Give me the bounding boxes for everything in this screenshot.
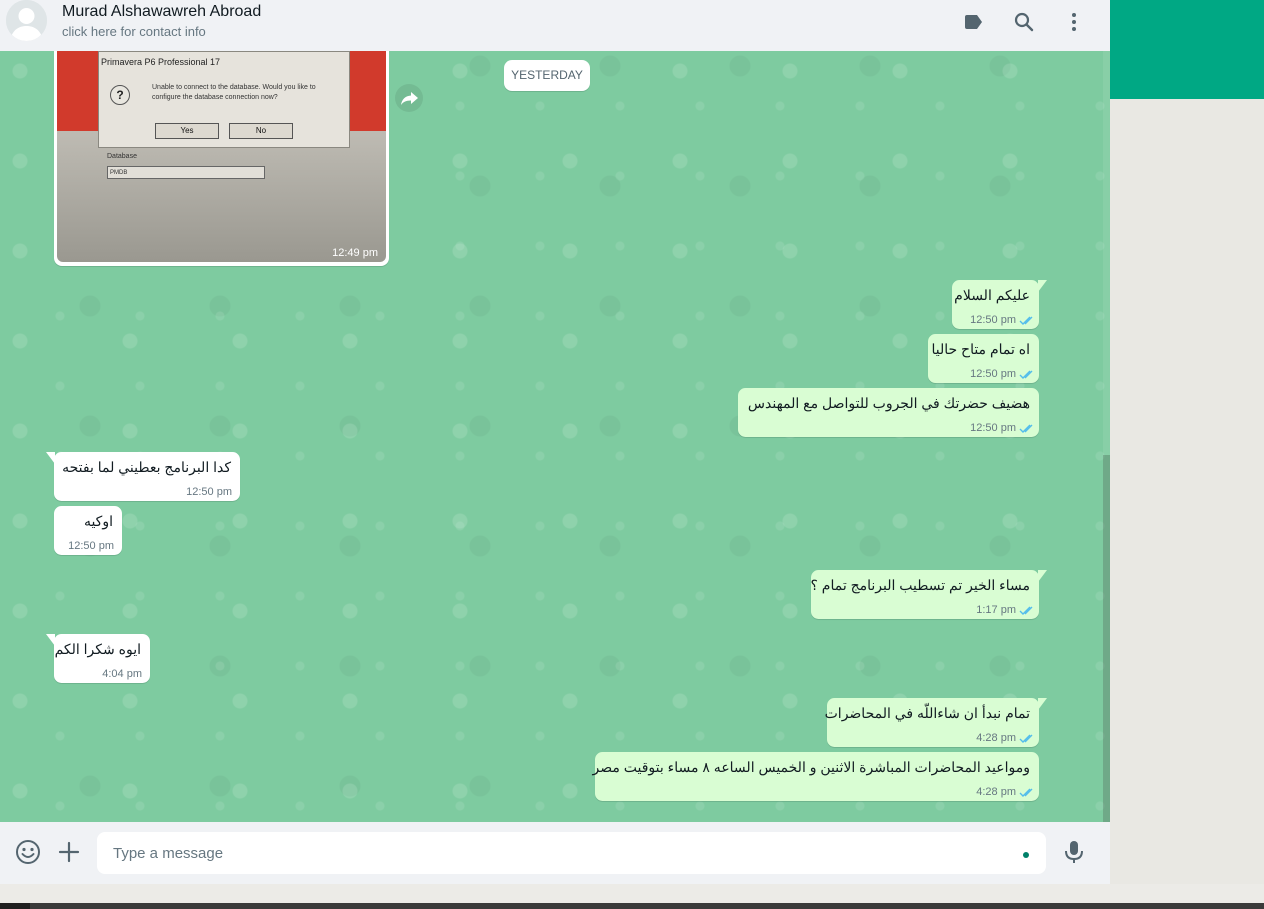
microphone-icon[interactable]	[1060, 838, 1088, 866]
message-outgoing[interactable]: هضيف حضرتك في الجروب للتواصل مع المهندس …	[738, 388, 1039, 437]
read-receipt-icon	[1019, 734, 1033, 743]
read-receipt-icon	[1019, 424, 1033, 433]
message-time: 12:50 pm	[970, 314, 1016, 326]
photo-database-field: PMDB	[107, 166, 265, 179]
message-outgoing[interactable]: عليكم السلام 12:50 pm	[952, 280, 1047, 329]
label-icon[interactable]	[962, 10, 986, 34]
read-receipt-icon	[1019, 316, 1033, 325]
attach-plus-icon[interactable]	[55, 838, 83, 866]
photo-attachment[interactable]: Primavera P6 Professional 17 ? Unable to…	[57, 51, 386, 262]
photo-dialog-yes: Yes	[155, 123, 219, 139]
photo-dialog-message: Unable to connect to the database. Would…	[152, 84, 316, 101]
message-text: مساء الخير تم تسطيب البرنامج تمام ؟	[810, 577, 1030, 593]
read-receipt-icon	[1019, 370, 1033, 379]
question-icon: ?	[110, 85, 130, 105]
contact-info-link[interactable]: click here for contact info	[62, 24, 206, 39]
message-time: 1:17 pm	[976, 604, 1016, 616]
message-incoming[interactable]: اوكيه 12:50 pm	[54, 506, 122, 555]
message-outgoing[interactable]: اه تمام متاح حاليا 12:50 pm	[928, 334, 1039, 383]
emoji-icon[interactable]	[14, 838, 42, 866]
read-receipt-icon	[1019, 606, 1033, 615]
message-text: تمام نبدأ ان شاءاللّه في المحاضرات	[824, 705, 1030, 721]
contact-avatar[interactable]	[6, 0, 47, 41]
forward-icon	[401, 92, 418, 105]
message-text: ايوه شكرا الكم	[54, 641, 141, 657]
message-text: هضيف حضرتك في الجروب للتواصل مع المهندس	[747, 395, 1030, 411]
chat-header[interactable]: Murad Alshawawreh Abroad click here for …	[0, 0, 1110, 51]
app-background	[1110, 99, 1264, 884]
message-text: ومواعيد المحاضرات المباشرة الاثنين و الخ…	[592, 759, 1031, 775]
search-icon[interactable]	[1012, 10, 1036, 34]
message-text: كدا البرنامج بعطيني لما بفتحه	[62, 459, 231, 475]
message-time: 4:28 pm	[976, 786, 1016, 798]
photo-database-label: Database	[107, 153, 137, 160]
message-text: اوكيه	[83, 513, 113, 529]
message-outgoing[interactable]: ومواعيد المحاضرات المباشرة الاثنين و الخ…	[592, 752, 1039, 801]
contact-name[interactable]: Murad Alshawawreh Abroad	[62, 3, 261, 21]
message-text: عليكم السلام	[954, 287, 1030, 303]
message-incoming[interactable]: ايوه شكرا الكم 4:04 pm	[46, 634, 150, 683]
taskbar-edge	[0, 903, 1264, 909]
photo-dialog-no: No	[229, 123, 293, 139]
message-time: 12:50 pm	[186, 486, 232, 498]
date-separator: YESTERDAY	[504, 60, 590, 91]
message-time: 12:49 pm	[332, 247, 378, 259]
taskbar-edge-left	[0, 903, 30, 909]
default-avatar-icon	[6, 0, 47, 41]
message-outgoing[interactable]: مساء الخير تم تسطيب البرنامج تمام ؟ 1:17…	[810, 570, 1047, 619]
message-text: اه تمام متاح حاليا	[931, 341, 1030, 357]
message-time: 12:50 pm	[970, 368, 1016, 380]
forward-button[interactable]	[395, 84, 423, 112]
read-receipt-icon	[1019, 788, 1033, 797]
message-time: 4:28 pm	[976, 732, 1016, 744]
message-composer	[0, 822, 1110, 884]
message-time: 4:04 pm	[102, 668, 142, 680]
message-time: 12:50 pm	[970, 422, 1016, 434]
message-incoming[interactable]: كدا البرنامج بعطيني لما بفتحه 12:50 pm	[46, 452, 240, 501]
input-status-dot	[1023, 852, 1029, 858]
message-input[interactable]	[97, 832, 1046, 874]
app-background-accent	[1110, 0, 1264, 99]
message-outgoing[interactable]: تمام نبدأ ان شاءاللّه في المحاضرات 4:28 …	[824, 698, 1047, 747]
photo-dialog-title: Primavera P6 Professional 17	[101, 57, 221, 67]
chat-scrollbar-thumb[interactable]	[1103, 455, 1110, 822]
image-message[interactable]: Primavera P6 Professional 17 ? Unable to…	[54, 51, 389, 266]
menu-icon[interactable]	[1062, 10, 1086, 34]
message-time: 12:50 pm	[68, 540, 114, 552]
